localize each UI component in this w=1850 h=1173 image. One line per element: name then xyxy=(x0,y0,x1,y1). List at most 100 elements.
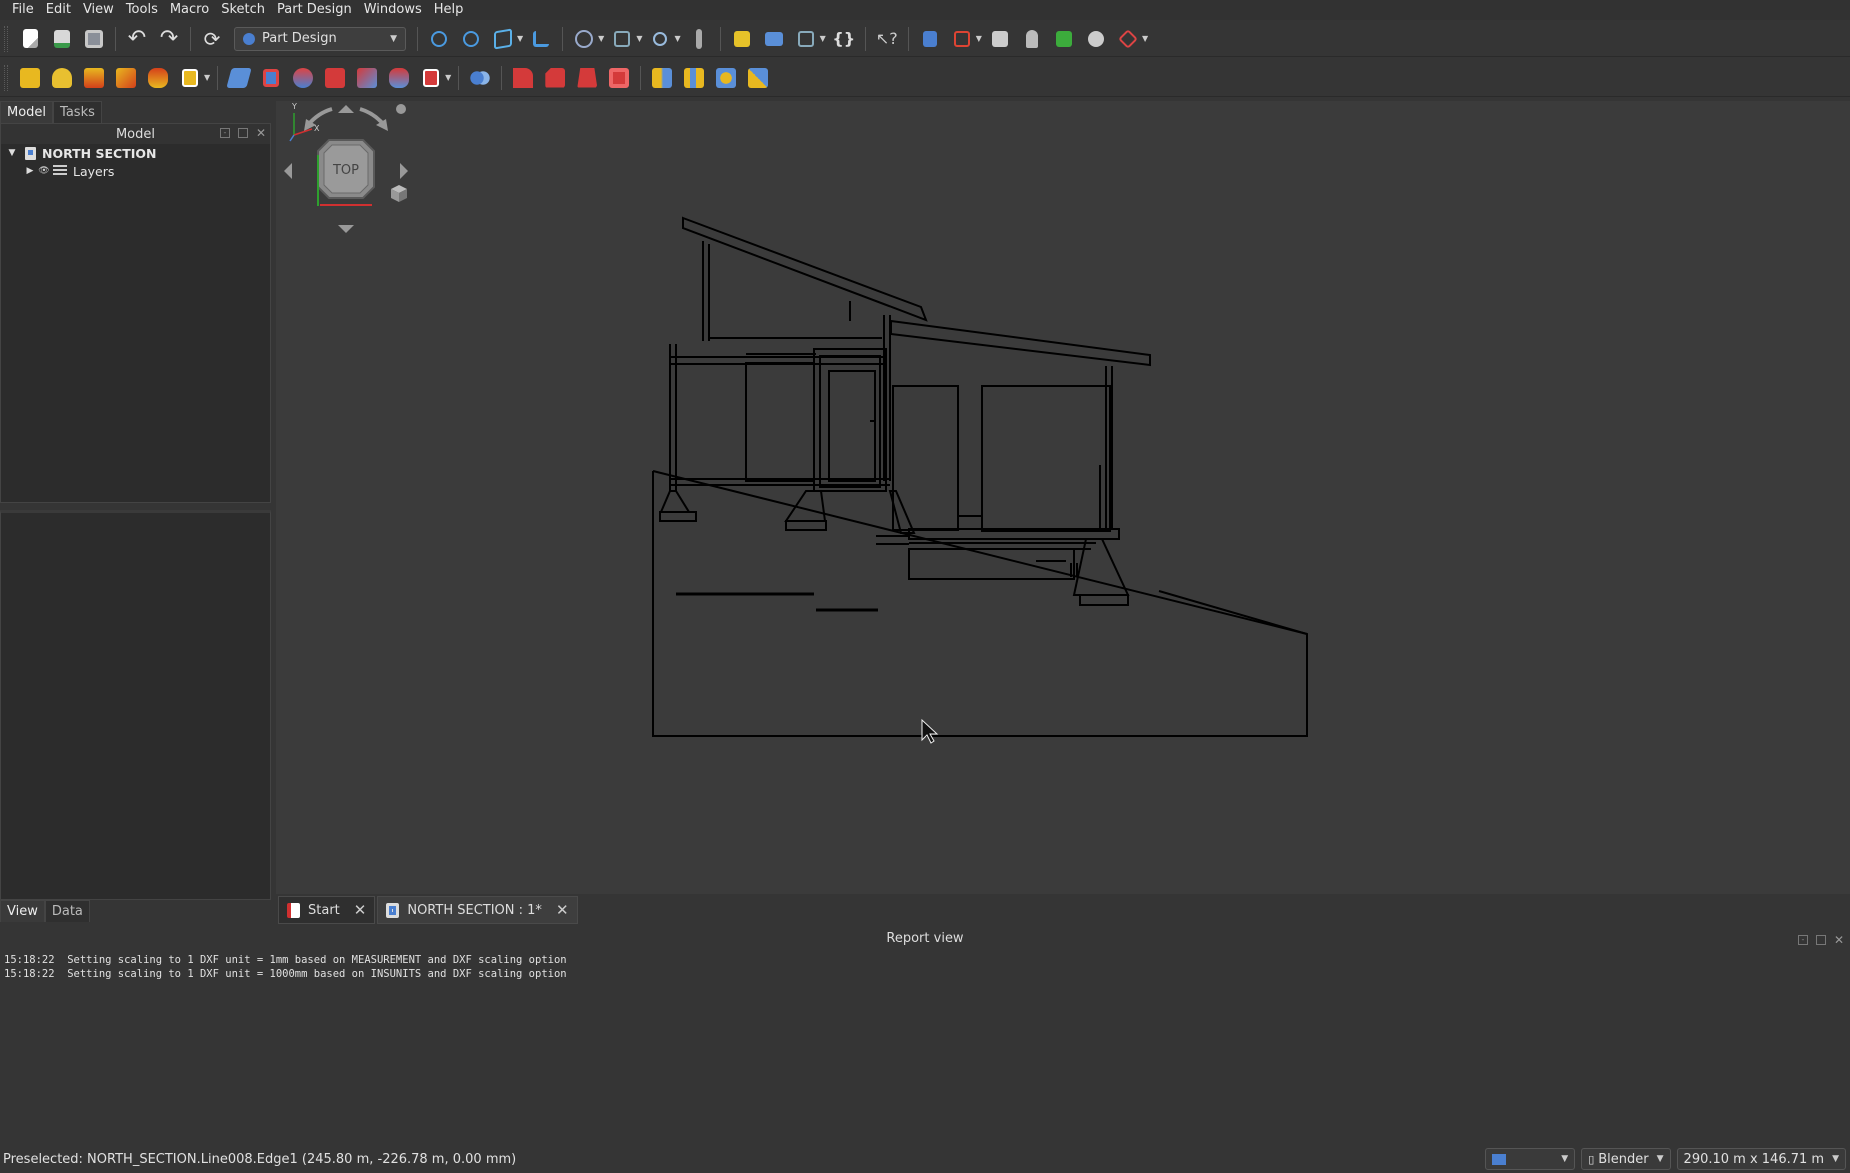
pocket-icon[interactable] xyxy=(225,64,253,92)
menu-macro[interactable]: Macro xyxy=(164,0,215,20)
draw-style-icon[interactable] xyxy=(570,25,598,53)
menu-view[interactable]: View xyxy=(77,0,120,20)
tab-data[interactable]: Data xyxy=(44,900,90,922)
refresh-icon[interactable]: ⟳ xyxy=(198,25,226,53)
tab-north-section[interactable]: NORTH SECTION : 1* ✕ xyxy=(377,896,578,924)
tab-tasks[interactable]: Tasks xyxy=(53,101,102,123)
menu-part-design[interactable]: Part Design xyxy=(271,0,358,20)
macro-braces-icon[interactable]: {} xyxy=(830,25,858,53)
datum-icon[interactable] xyxy=(1114,25,1142,53)
document-label: NORTH SECTION xyxy=(42,145,157,161)
tab-start[interactable]: Start ✕ xyxy=(278,896,376,924)
subtractive-loft-icon[interactable] xyxy=(321,64,349,92)
float-icon[interactable] xyxy=(237,128,248,138)
navigation-style-selector[interactable]: ▯ Blender ▼ xyxy=(1581,1148,1671,1170)
menu-file[interactable]: File xyxy=(6,0,40,20)
view-menu-icon[interactable] xyxy=(396,104,406,114)
chamfer-icon[interactable] xyxy=(541,64,569,92)
hole-icon[interactable] xyxy=(257,64,285,92)
svg-text:X: X xyxy=(314,124,320,133)
group-icon[interactable] xyxy=(760,25,788,53)
cube-icon[interactable] xyxy=(391,185,407,202)
arrow-down-icon[interactable] xyxy=(338,225,354,233)
shape-binder-icon[interactable] xyxy=(1018,25,1046,53)
tree-item-document[interactable]: ▼ NORTH SECTION xyxy=(1,144,270,162)
sub-shape-binder-icon[interactable] xyxy=(1050,25,1078,53)
clone-icon[interactable] xyxy=(1082,25,1110,53)
workbench-selector[interactable]: Part Design ▼ xyxy=(234,26,406,51)
collapse-icon[interactable]: - xyxy=(1797,935,1808,945)
fit-all-icon[interactable] xyxy=(425,25,453,53)
report-line: 15:18:22 Setting scaling to 1 DXF unit =… xyxy=(4,954,567,966)
revolution-icon[interactable] xyxy=(48,64,76,92)
link-icon[interactable] xyxy=(792,25,820,53)
rotate-right-arrow-icon[interactable] xyxy=(359,107,388,131)
additive-helix-icon[interactable] xyxy=(144,64,172,92)
tab-model[interactable]: Model xyxy=(0,101,54,123)
body-icon[interactable] xyxy=(916,25,944,53)
layers-label: Layers xyxy=(73,163,115,179)
redo-icon[interactable]: ↷ xyxy=(155,25,183,53)
additive-loft-icon[interactable] xyxy=(80,64,108,92)
arrow-left-icon[interactable] xyxy=(284,163,292,179)
tab-view[interactable]: View xyxy=(0,900,45,922)
close-icon[interactable]: ✕ xyxy=(354,901,367,919)
open-file-icon[interactable] xyxy=(48,25,76,53)
chevron-down-icon: ▼ xyxy=(1561,1154,1569,1164)
measure-icon[interactable] xyxy=(646,25,674,53)
whats-this-icon[interactable]: ↖? xyxy=(873,25,901,53)
menu-sketch[interactable]: Sketch xyxy=(215,0,271,20)
ground-slope xyxy=(652,470,1308,635)
additive-primitive-icon[interactable] xyxy=(176,64,204,92)
new-file-icon[interactable] xyxy=(16,25,44,53)
thickness-icon[interactable] xyxy=(605,64,633,92)
fillet-icon[interactable] xyxy=(509,64,537,92)
menu-help[interactable]: Help xyxy=(428,0,470,20)
menu-windows[interactable]: Windows xyxy=(358,0,428,20)
tree-item-layers[interactable]: ▶ 👁 Layers xyxy=(1,162,270,180)
toolbar-grip[interactable] xyxy=(4,25,8,52)
draft-icon[interactable] xyxy=(573,64,601,92)
close-icon[interactable]: ✕ xyxy=(1834,934,1844,946)
subtractive-primitive-icon[interactable] xyxy=(417,64,445,92)
subtractive-helix-icon[interactable] xyxy=(385,64,413,92)
chevron-down-icon[interactable]: ▼ xyxy=(5,148,19,158)
polar-pattern-icon[interactable] xyxy=(712,64,740,92)
groove-icon[interactable] xyxy=(289,64,317,92)
sketch-icon[interactable] xyxy=(948,25,976,53)
chevron-down-icon: ▼ xyxy=(1656,1154,1664,1164)
menu-edit[interactable]: Edit xyxy=(40,0,77,20)
unit-schema-selector[interactable]: ▼ xyxy=(1485,1148,1576,1170)
model-header-label: Model xyxy=(115,126,156,142)
mirrored-icon[interactable] xyxy=(648,64,676,92)
view-isometric-icon[interactable] xyxy=(489,25,517,53)
dimension-display[interactable]: 290.10 m x 146.71 m ▼ xyxy=(1676,1148,1846,1170)
view-sync-icon[interactable] xyxy=(527,25,555,53)
menu-tools[interactable]: Tools xyxy=(120,0,164,20)
float-icon[interactable] xyxy=(1815,935,1826,945)
arrow-right-icon[interactable] xyxy=(400,163,408,179)
part-icon[interactable] xyxy=(728,25,756,53)
close-icon[interactable]: ✕ xyxy=(556,901,569,919)
fit-selection-icon[interactable] xyxy=(457,25,485,53)
additive-pipe-icon[interactable] xyxy=(112,64,140,92)
subtractive-pipe-icon[interactable] xyxy=(353,64,381,92)
boolean-icon[interactable] xyxy=(466,64,494,92)
undo-icon[interactable]: ↶ xyxy=(123,25,151,53)
save-icon[interactable] xyxy=(80,25,108,53)
close-icon[interactable]: ✕ xyxy=(256,127,266,139)
measure-distance-icon[interactable] xyxy=(685,25,713,53)
collapse-icon[interactable]: - xyxy=(219,128,230,138)
linear-pattern-icon[interactable] xyxy=(680,64,708,92)
attach-icon[interactable] xyxy=(986,25,1014,53)
multitransform-icon[interactable] xyxy=(744,64,772,92)
report-line: 15:18:22 Setting scaling to 1 DXF unit =… xyxy=(4,968,567,980)
arrow-up-icon[interactable] xyxy=(338,105,354,113)
chevron-right-icon[interactable]: ▶ xyxy=(23,166,37,176)
toolbar-grip[interactable] xyxy=(4,64,8,91)
bounding-box-icon[interactable] xyxy=(608,25,636,53)
report-view[interactable]: 15:18:22 Setting scaling to 1 DXF unit =… xyxy=(0,950,1850,1140)
pad-icon[interactable] xyxy=(16,64,44,92)
3d-viewport[interactable]: TOP Y X xyxy=(276,101,1850,894)
visibility-eye-icon[interactable]: 👁 xyxy=(37,166,51,176)
